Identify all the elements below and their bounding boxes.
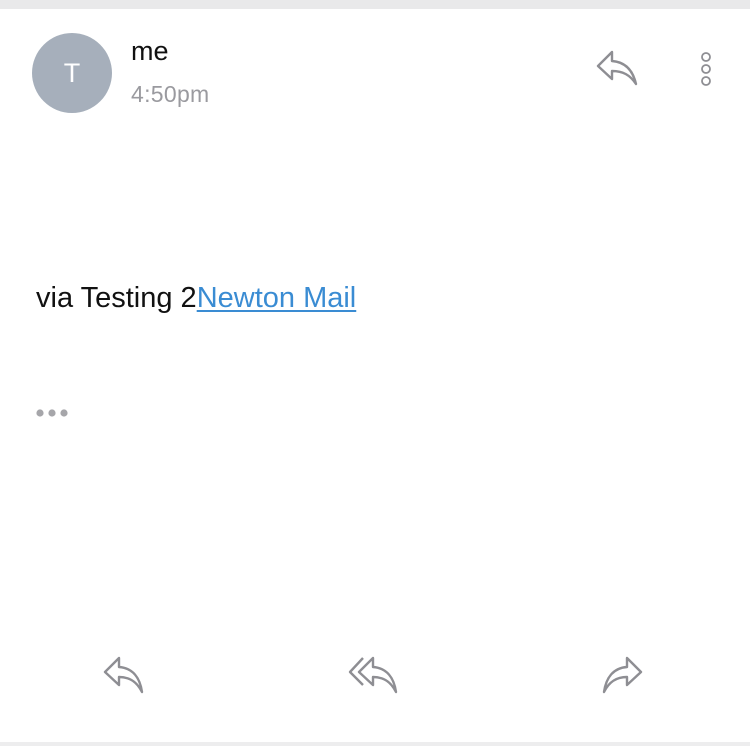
reply-all-icon	[348, 656, 398, 694]
sender-name[interactable]: me	[131, 36, 169, 67]
bottom-divider	[0, 742, 750, 746]
avatar[interactable]: T	[32, 33, 112, 113]
reply-button[interactable]	[594, 48, 640, 88]
show-quoted-text-button[interactable]	[35, 405, 73, 421]
forward-icon	[602, 656, 643, 694]
more-vertical-icon	[701, 52, 711, 86]
ellipsis-icon	[36, 409, 68, 417]
body-link[interactable]: Newton Mail	[197, 282, 357, 314]
avatar-initial: T	[63, 57, 81, 88]
message-body: via Testing 2Newton Mail	[36, 282, 356, 315]
reply-icon	[103, 656, 144, 694]
footer-reply-button[interactable]	[100, 654, 146, 696]
footer-forward-button[interactable]	[600, 654, 646, 696]
email-message-view: T me 4:50pm via Testing 2Newton Mail	[0, 0, 750, 746]
more-options-button[interactable]	[694, 50, 718, 88]
sent-time: 4:50pm	[131, 81, 210, 107]
reply-icon	[596, 50, 638, 86]
top-divider	[0, 0, 750, 9]
footer-reply-all-button[interactable]	[348, 654, 398, 696]
body-text: via Testing 2	[36, 282, 197, 314]
